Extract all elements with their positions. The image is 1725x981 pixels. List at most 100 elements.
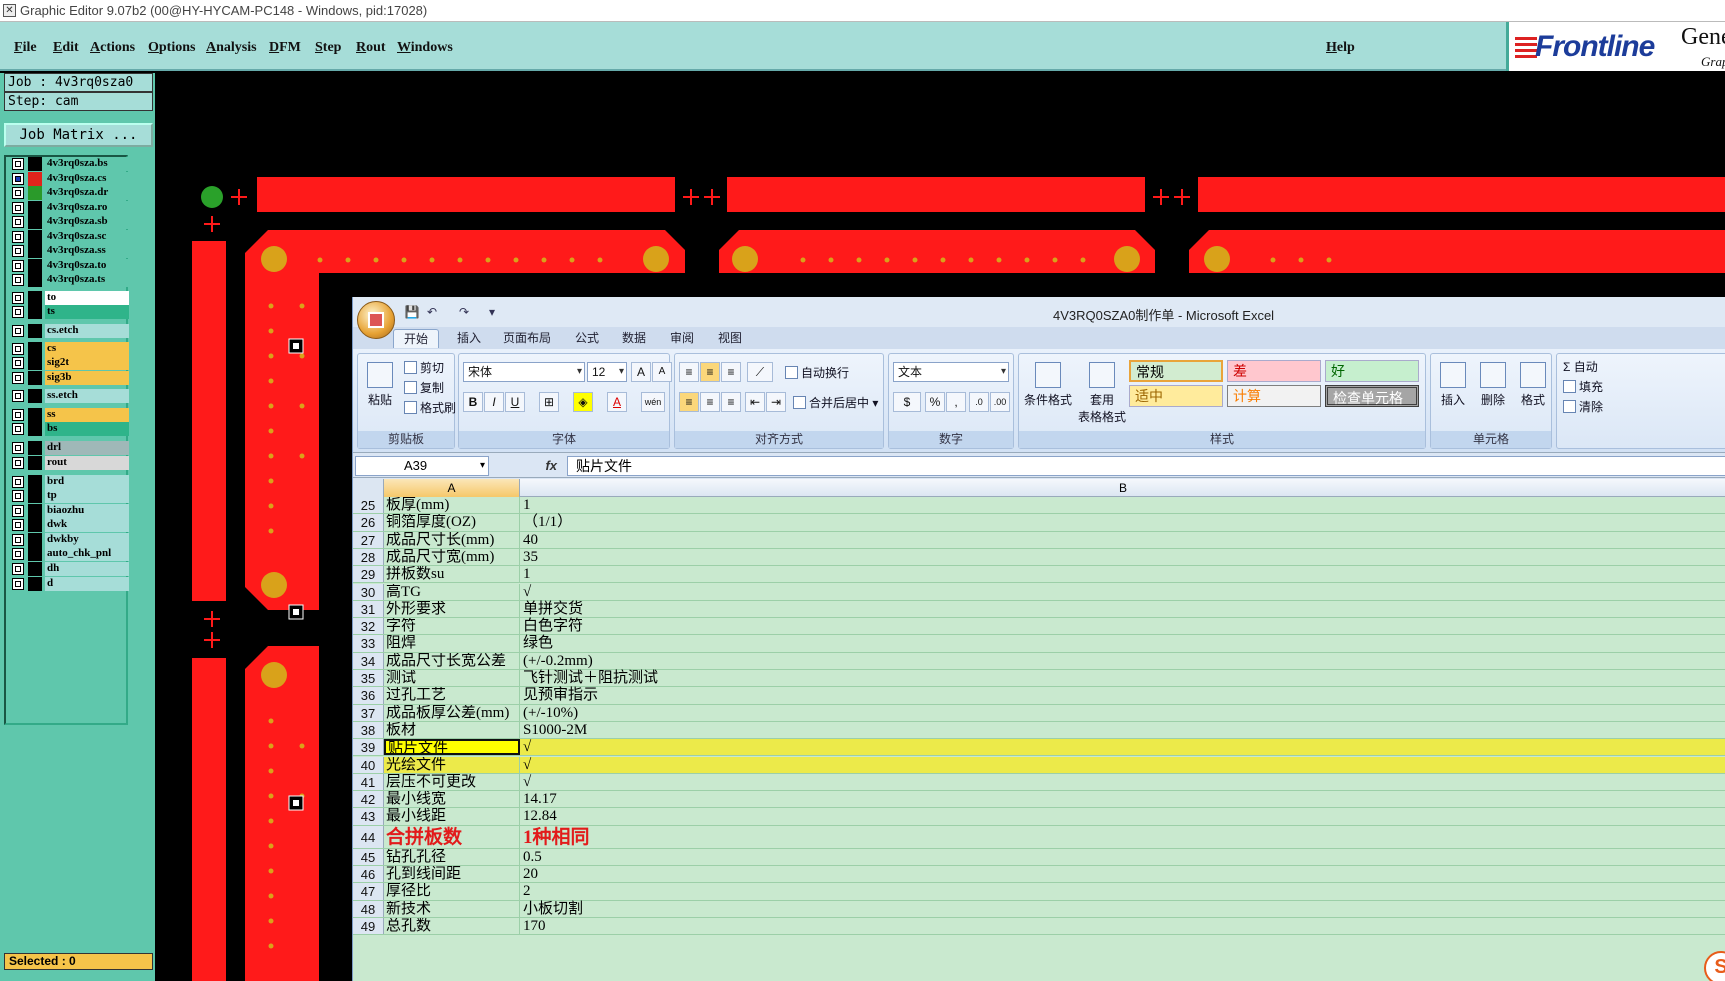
style-good[interactable]: 好 [1325, 360, 1419, 382]
formula-input[interactable]: 贴片文件 [567, 456, 1725, 476]
layer-name[interactable]: dwkby [45, 533, 129, 547]
layer-row[interactable]: brd [9, 475, 129, 489]
row-number[interactable]: 45 [353, 848, 384, 865]
border-button[interactable]: ⊞ [539, 392, 559, 412]
layer-name[interactable]: to [45, 291, 129, 305]
layer-checkbox[interactable] [12, 173, 24, 185]
layer-checkbox[interactable] [12, 260, 24, 272]
cell-b[interactable]: 绿色 [520, 635, 1725, 651]
cell-a[interactable]: 贴片文件 [384, 739, 520, 756]
row-number[interactable]: 47 [353, 883, 384, 900]
office-button[interactable] [357, 301, 395, 339]
tab-data[interactable]: 数据 [612, 329, 656, 347]
layer-name[interactable]: rout [45, 456, 129, 470]
cell-a[interactable]: 孔到线间距 [384, 866, 520, 883]
cell-b[interactable]: √ [520, 584, 1725, 600]
cell-b[interactable]: （1/1） [520, 514, 1725, 530]
layer-checkbox[interactable] [12, 476, 24, 488]
cell-a[interactable]: 成品尺寸长宽公差 [384, 652, 520, 669]
layer-color-swatch[interactable] [28, 533, 42, 547]
layer-name[interactable]: 4v3rq0sza.sc [45, 230, 129, 244]
decrease-decimal-button[interactable]: .00 [990, 392, 1010, 412]
layer-row[interactable]: 4v3rq0sza.sc [9, 230, 129, 244]
layer-row[interactable]: rout [9, 456, 129, 470]
menu-dfm[interactable]: DFM [269, 40, 301, 56]
layer-checkbox[interactable] [12, 357, 24, 369]
layer-row[interactable]: biaozhu [9, 504, 129, 518]
font-name-select[interactable]: 宋体 [463, 362, 585, 382]
cut-button[interactable]: 剪切 [404, 359, 444, 376]
align-bottom-button[interactable]: ≡ [721, 362, 741, 382]
cell-b[interactable]: √ [520, 774, 1725, 790]
layer-row[interactable]: dwk [9, 518, 129, 532]
layer-name[interactable]: 4v3rq0sza.bs [45, 157, 129, 171]
layer-name[interactable]: cs.etch [45, 324, 129, 338]
layer-color-swatch[interactable] [28, 186, 42, 200]
layer-row[interactable]: sig3b [9, 371, 129, 385]
cell-a[interactable]: 层压不可更改 [384, 773, 520, 791]
fx-icon[interactable]: fx [493, 456, 563, 476]
redo-icon[interactable]: ↷ [456, 305, 472, 319]
row-number[interactable]: 44 [353, 825, 384, 848]
row-number[interactable]: 25 [353, 497, 384, 514]
layer-checkbox[interactable] [12, 202, 24, 214]
layer-color-swatch[interactable] [28, 244, 42, 258]
style-calculation[interactable]: 计算 [1227, 385, 1321, 407]
cell-b[interactable]: 1种相同 [520, 826, 1725, 848]
style-normal[interactable]: 常规 [1129, 360, 1223, 382]
cell-b[interactable]: 12.84 [520, 808, 1725, 824]
layer-checkbox[interactable] [12, 292, 24, 304]
cell-a[interactable]: 合拼板数 [384, 825, 520, 848]
bold-button[interactable]: B [463, 392, 483, 412]
row-number[interactable]: 31 [353, 600, 384, 618]
row-number[interactable]: 28 [353, 548, 384, 566]
conditional-format-button[interactable]: 条件格式 [1023, 362, 1073, 408]
layer-name[interactable]: 4v3rq0sza.cs [45, 172, 129, 186]
layer-checkbox[interactable] [12, 423, 24, 435]
row-number[interactable]: 34 [353, 652, 384, 669]
tab-page-layout[interactable]: 页面布局 [493, 329, 561, 347]
layer-name[interactable]: ss.etch [45, 389, 129, 403]
menu-analysis[interactable]: Analysis [206, 40, 257, 56]
increase-decimal-button[interactable]: .0 [969, 392, 989, 412]
layer-name[interactable]: dh [45, 562, 129, 576]
layer-name[interactable]: tp [45, 489, 129, 503]
layer-name[interactable]: d [45, 577, 129, 591]
layer-row[interactable]: ss.etch [9, 389, 129, 403]
wrap-text-button[interactable]: 自动换行 [785, 364, 849, 381]
layer-checkbox[interactable] [12, 457, 24, 469]
shrink-font-button[interactable]: A [652, 362, 672, 382]
grow-font-button[interactable]: A [631, 362, 651, 382]
cell-a[interactable]: 外形要求 [384, 600, 520, 618]
cell-a[interactable]: 新技术 [384, 900, 520, 917]
cell-b[interactable]: S1000-2M [520, 722, 1725, 738]
tab-home[interactable]: 开始 [393, 329, 440, 348]
layer-checkbox[interactable] [12, 372, 24, 384]
layer-color-swatch[interactable] [28, 273, 42, 287]
layer-name[interactable]: 4v3rq0sza.ro [45, 201, 129, 215]
cell-b[interactable]: 35 [520, 549, 1725, 565]
layer-checkbox[interactable] [12, 505, 24, 517]
tab-review[interactable]: 审阅 [660, 329, 704, 347]
cell-b[interactable]: 1 [520, 497, 1725, 513]
layer-color-swatch[interactable] [28, 489, 42, 503]
menu-file[interactable]: File [14, 40, 37, 56]
layer-checkbox[interactable] [12, 187, 24, 199]
cell-a[interactable]: 总孔数 [384, 917, 520, 935]
layer-checkbox[interactable] [12, 231, 24, 243]
currency-button[interactable]: $ [893, 392, 921, 412]
layer-color-swatch[interactable] [28, 441, 42, 455]
layer-checkbox[interactable] [12, 519, 24, 531]
layer-checkbox[interactable] [12, 490, 24, 502]
layer-row[interactable]: 4v3rq0sza.sb [9, 215, 129, 229]
layer-color-swatch[interactable] [28, 408, 42, 422]
autosum-button[interactable]: Σ 自动 [1563, 358, 1598, 375]
cell-a[interactable]: 成品尺寸长(mm) [384, 531, 520, 548]
insert-cells-button[interactable]: 插入 [1433, 362, 1473, 408]
paste-button[interactable]: 粘贴 [360, 362, 400, 408]
delete-cells-button[interactable]: 删除 [1473, 362, 1513, 408]
cell-b[interactable]: 2 [520, 883, 1725, 899]
layer-row[interactable]: sig2t [9, 356, 129, 370]
layer-row[interactable]: 4v3rq0sza.bs [9, 157, 129, 171]
layer-color-swatch[interactable] [28, 518, 42, 532]
